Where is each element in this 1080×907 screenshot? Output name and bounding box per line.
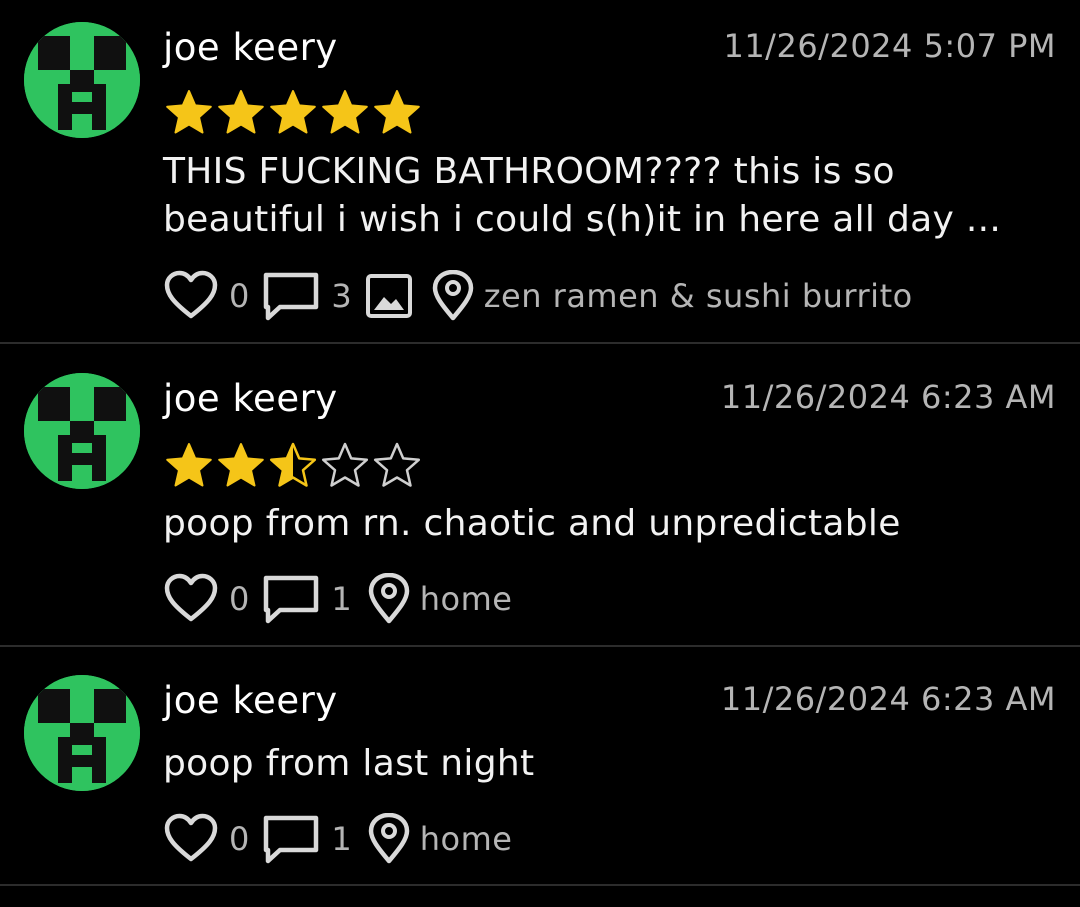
timestamp: 11/26/2024 6:23 AM — [720, 680, 1056, 718]
star-rating — [163, 441, 423, 489]
location-label[interactable]: home — [420, 583, 513, 615]
heart-outline-icon[interactable] — [163, 270, 219, 322]
timestamp: 11/26/2024 5:07 PM — [723, 27, 1056, 65]
username[interactable]: joe keery — [163, 29, 338, 66]
speech-bubble-icon[interactable] — [261, 573, 321, 625]
creeper-face-icon — [24, 373, 140, 489]
avatar[interactable] — [24, 22, 140, 138]
avatar[interactable] — [24, 373, 140, 489]
review-feed: joe keery 11/26/2024 5:07 PM THIS FUCKIN… — [0, 0, 1080, 907]
review-post[interactable]: joe keery 11/26/2024 5:07 PM THIS FUCKIN… — [0, 0, 1080, 343]
map-pin-icon — [432, 270, 473, 321]
map-pin-icon — [368, 813, 409, 864]
star-empty-icon — [321, 442, 369, 487]
creeper-face-icon — [24, 675, 140, 791]
star-empty-icon — [373, 442, 421, 487]
review-post[interactable]: joe keery 11/26/2024 6:23 AM poop from l… — [0, 647, 1080, 887]
star-filled-icon — [270, 90, 316, 134]
username[interactable]: joe keery — [163, 682, 338, 719]
star-rating — [163, 88, 423, 136]
divider — [0, 342, 1080, 344]
star-filled-icon — [166, 443, 212, 487]
star-filled-icon — [218, 90, 264, 134]
timestamp: 11/26/2024 6:23 AM — [720, 378, 1056, 416]
star-filled-icon — [322, 90, 368, 134]
heart-outline-icon[interactable] — [163, 573, 219, 625]
location-label[interactable]: zen ramen & sushi burrito — [484, 280, 913, 312]
star-filled-icon — [218, 443, 264, 487]
like-count: 0 — [229, 580, 250, 618]
like-count: 0 — [229, 277, 250, 315]
speech-bubble-icon[interactable] — [261, 813, 321, 865]
username[interactable]: joe keery — [163, 380, 338, 417]
review-text: poop from rn. chaotic and unpredictable — [163, 503, 901, 544]
action-bar: 0 1 home — [163, 571, 512, 627]
creeper-face-icon — [24, 22, 140, 138]
review-text: poop from last night — [163, 743, 535, 784]
star-filled-icon — [374, 90, 420, 134]
map-pin-icon — [368, 573, 409, 624]
star-filled-icon — [166, 90, 212, 134]
divider — [0, 884, 1080, 886]
action-bar: 0 1 home — [163, 811, 512, 867]
comment-count: 3 — [331, 277, 352, 315]
star-half-icon — [269, 442, 317, 487]
review-text: THIS FUCKING BATHROOM???? this is so bea… — [163, 151, 1002, 240]
image-icon[interactable] — [364, 272, 414, 320]
like-count: 0 — [229, 820, 250, 858]
speech-bubble-icon[interactable] — [261, 270, 321, 322]
comment-count: 1 — [331, 820, 352, 858]
avatar[interactable] — [24, 675, 140, 791]
review-post[interactable]: joe keery 11/26/2024 6:23 AM poop from r… — [0, 345, 1080, 645]
location-label[interactable]: home — [420, 823, 513, 855]
action-bar: 0 3 zen ramen & sushi burrito — [163, 268, 913, 324]
heart-outline-icon[interactable] — [163, 813, 219, 865]
comment-count: 1 — [331, 580, 352, 618]
